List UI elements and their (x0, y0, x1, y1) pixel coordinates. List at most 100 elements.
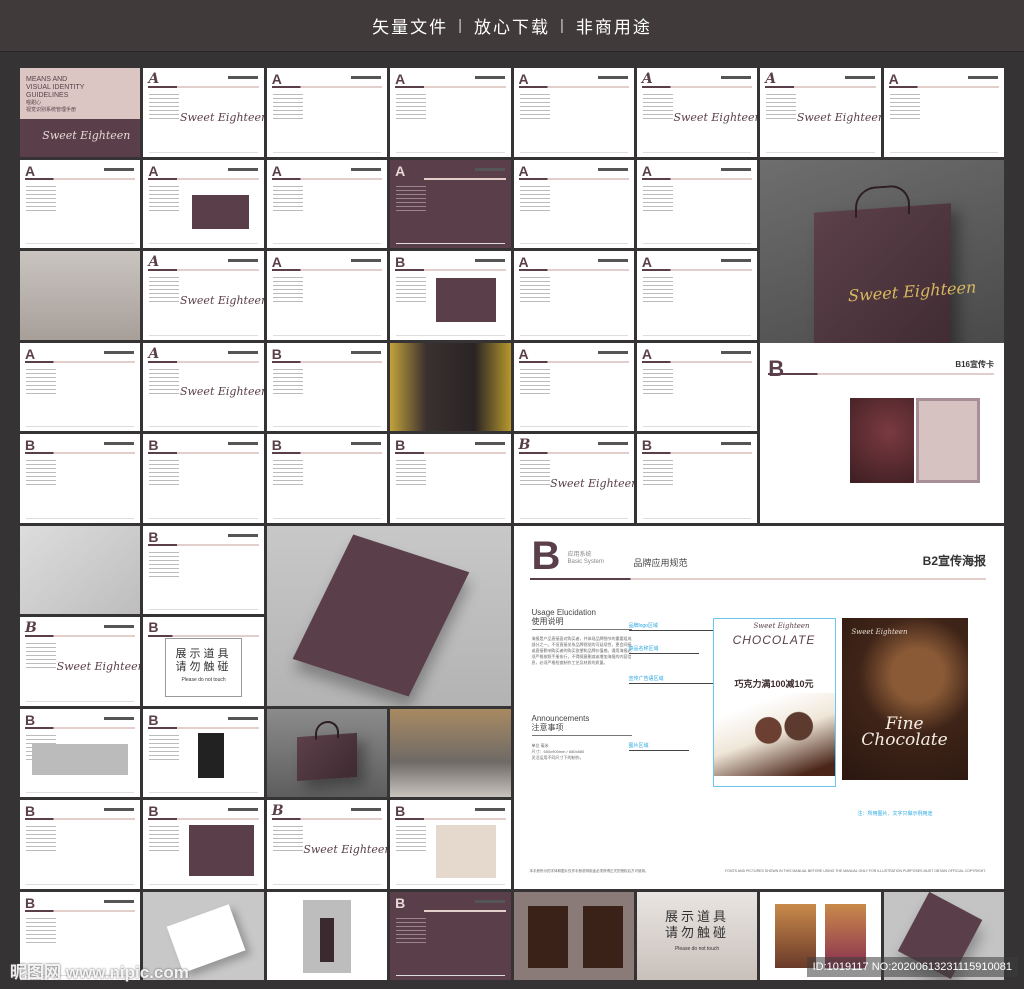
section-divider-page[interactable]: A (390, 159, 511, 248)
cover-logo-block: Sweet Eighteen (20, 119, 141, 157)
footer-rule (396, 243, 505, 244)
page-title-bar (597, 350, 628, 354)
manual-page[interactable]: A (883, 68, 1004, 157)
text-lines (642, 185, 673, 214)
manual-page[interactable]: B Sweet Eighteen (266, 800, 388, 889)
section-letter: B (25, 711, 36, 728)
section-letter: A (395, 162, 406, 179)
manual-page[interactable]: B (20, 800, 141, 889)
manual-page[interactable]: A (513, 68, 634, 157)
page-title: B2宣传海报 (922, 553, 986, 568)
manual-page[interactable]: A (266, 68, 388, 157)
header-rule (518, 177, 629, 180)
page-title-bar (351, 259, 382, 262)
apron-uniform-page[interactable] (266, 891, 388, 980)
b2-poster-page[interactable]: B 应用系统 Basic System 品牌应用规范 B2宣传海报 Usage E… (513, 525, 1004, 889)
section-letter: A (518, 254, 529, 270)
section-letter: B (641, 437, 652, 453)
page-title-bar (227, 167, 258, 171)
manual-page[interactable]: B (20, 708, 141, 797)
footer-rule (26, 243, 135, 244)
manual-page[interactable]: A (20, 159, 141, 248)
bag-photo[interactable] (266, 708, 388, 797)
page-title-bar (597, 76, 628, 79)
manual-page[interactable]: B (143, 434, 264, 523)
text-lines (396, 826, 427, 854)
section-letter: B (395, 437, 406, 453)
header-rule (148, 818, 259, 820)
manual-page[interactable]: A Sweet Eighteen (143, 342, 264, 431)
manual-page[interactable]: B Sweet Eighteen (20, 617, 141, 706)
section-letter: A (148, 254, 160, 270)
header-rule (25, 726, 136, 729)
manual-page[interactable]: B (266, 342, 388, 431)
manual-page[interactable]: B (143, 708, 264, 797)
manual-page[interactable]: A (513, 342, 634, 431)
text-lines (149, 551, 180, 580)
section-letter: A (271, 254, 282, 270)
text-lines (642, 368, 673, 397)
text-lines (396, 460, 427, 488)
manual-page[interactable]: A (266, 159, 388, 248)
manual-page[interactable]: A (513, 251, 634, 340)
page-title-bar (474, 259, 505, 262)
uniform-photo[interactable] (390, 342, 511, 431)
poster-heading: CHOCOLATE (732, 632, 816, 647)
wall-poster-photo[interactable] (513, 891, 634, 980)
section-divider-page[interactable]: B (390, 891, 511, 980)
manual-page[interactable]: B (390, 251, 511, 340)
page-title-bar (721, 167, 752, 171)
manual-page[interactable]: B (266, 434, 388, 523)
manual-page[interactable]: A Sweet Eighteen (760, 68, 881, 157)
acrylic-sign-photo[interactable]: 展示道具 请勿触碰 Please do not touch (636, 891, 758, 980)
manual-page[interactable]: A Sweet Eighteen (143, 251, 264, 340)
header-rule (148, 543, 259, 546)
header-rule (271, 86, 383, 88)
header-rule (395, 818, 506, 820)
b16-page[interactable]: B B16宣传卡 (760, 342, 1004, 523)
section-letter: A (395, 71, 406, 87)
manual-page[interactable]: B (636, 434, 758, 523)
manual-page[interactable]: A (513, 159, 634, 248)
manual-page[interactable]: B Sweet Eighteen (513, 434, 634, 523)
manual-page[interactable]: A (390, 68, 511, 157)
banner-item: 矢量文件 (372, 18, 449, 37)
header-rule (395, 86, 506, 88)
header-rule (888, 86, 999, 88)
header-rule (641, 177, 753, 180)
manual-page[interactable]: A (636, 159, 758, 248)
display-stand-photo[interactable] (20, 251, 141, 340)
manual-page[interactable]: B (143, 800, 264, 889)
section-letter: B (148, 437, 159, 453)
poster-promo: 巧克力满100减10元 (734, 678, 814, 689)
footer-rule (519, 243, 628, 244)
text-lines (519, 94, 550, 122)
manual-page[interactable]: B (20, 434, 141, 523)
text-lines (519, 368, 550, 397)
manual-page[interactable]: B (390, 800, 511, 889)
menu-flyer-photo[interactable] (266, 525, 511, 706)
brand-logo: Sweet Eighteen (848, 277, 977, 306)
manual-page[interactable]: B (143, 525, 264, 614)
text-lines (26, 185, 56, 214)
cover-page[interactable]: MEANS AND VISUAL IDENTITY GUIDELINES 喔甜心… (20, 68, 141, 157)
section-letter: B (271, 437, 282, 453)
mall-easel-photo[interactable] (390, 708, 511, 797)
manual-page[interactable]: A (20, 342, 141, 431)
manual-page[interactable]: A Sweet Eighteen (636, 68, 758, 157)
sign-spec-page[interactable]: B 展示道具 请勿触碰 Please do not touch (143, 617, 264, 706)
text-lines (396, 277, 427, 305)
manual-page[interactable]: A (143, 159, 264, 248)
callout-slogan-area: 宣传广告语区域 (628, 675, 719, 684)
chocolate-image (713, 692, 835, 776)
manual-page[interactable]: B (390, 434, 511, 523)
text-lines (272, 185, 303, 214)
manual-page[interactable]: A (636, 342, 758, 431)
usage-text: 海报是产品直接面对购买者，并体现品牌细节的重要组成部分之一。不但直接关系品牌视觉… (531, 635, 632, 665)
manual-page[interactable]: A Sweet Eighteen (143, 68, 264, 157)
manual-page[interactable]: A (636, 251, 758, 340)
napkin-photo[interactable] (20, 525, 141, 614)
footer-rule (889, 151, 998, 153)
manual-page[interactable]: A (266, 251, 388, 340)
header-rule (395, 452, 506, 454)
